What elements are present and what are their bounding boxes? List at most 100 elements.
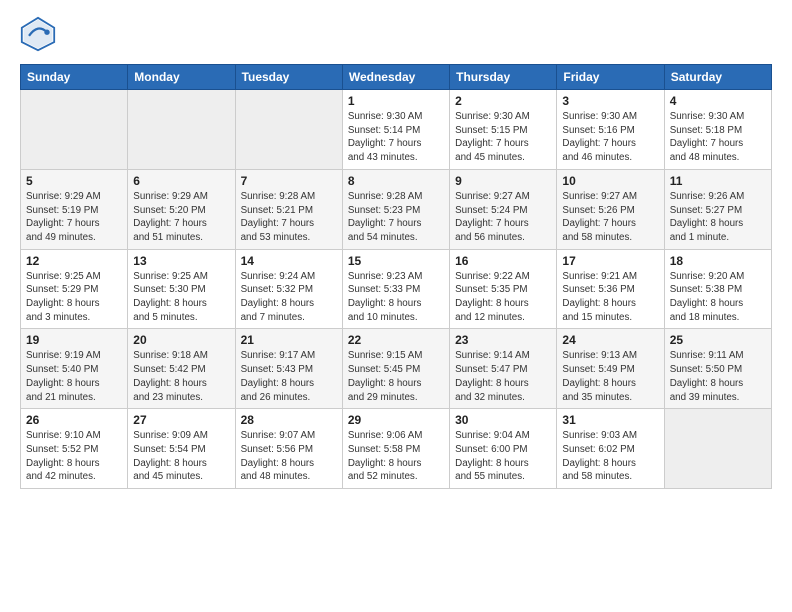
day-number: 13 bbox=[133, 254, 229, 268]
day-number: 18 bbox=[670, 254, 766, 268]
calendar-body: 1 Sunrise: 9:30 AM Sunset: 5:14 PM Daylig… bbox=[21, 90, 772, 489]
day-number: 8 bbox=[348, 174, 444, 188]
day-info: Sunrise: 9:23 AM Sunset: 5:33 PM Dayligh… bbox=[348, 270, 444, 325]
calendar-cell: 17 Sunrise: 9:21 AM Sunset: 5:36 PM Dayli… bbox=[557, 249, 664, 329]
calendar-cell: 4Sunrise: 9:30 AM Sunset: 5:18 PM Daylig… bbox=[664, 90, 771, 170]
day-info: Sunrise: 9:15 AM Sunset: 5:45 PM Dayligh… bbox=[348, 349, 444, 404]
day-info: Sunrise: 9:25 AM Sunset: 5:30 PM Dayligh… bbox=[133, 270, 229, 325]
calendar-cell: 12Sunrise: 9:25 AM Sunset: 5:29 PM Dayli… bbox=[21, 249, 128, 329]
calendar-cell: 2 Sunrise: 9:30 AM Sunset: 5:15 PM Daylig… bbox=[450, 90, 557, 170]
calendar-cell: 6 Sunrise: 9:29 AM Sunset: 5:20 PM Daylig… bbox=[128, 169, 235, 249]
calendar-cell: 20 Sunrise: 9:18 AM Sunset: 5:42 PM Dayli… bbox=[128, 329, 235, 409]
day-number: 22 bbox=[348, 333, 444, 347]
weekday-header-friday: Friday bbox=[557, 65, 664, 90]
weekday-header-saturday: Saturday bbox=[664, 65, 771, 90]
day-info: Sunrise: 9:04 AM Sunset: 6:00 PM Dayligh… bbox=[455, 429, 551, 484]
day-info: Sunrise: 9:30 AM Sunset: 5:16 PM Dayligh… bbox=[562, 110, 658, 165]
day-number: 3 bbox=[562, 94, 658, 108]
day-info: Sunrise: 9:17 AM Sunset: 5:43 PM Dayligh… bbox=[241, 349, 337, 404]
day-number: 31 bbox=[562, 413, 658, 427]
day-info: Sunrise: 9:29 AM Sunset: 5:19 PM Dayligh… bbox=[26, 190, 122, 245]
day-number: 14 bbox=[241, 254, 337, 268]
day-number: 6 bbox=[133, 174, 229, 188]
weekday-row: SundayMondayTuesdayWednesdayThursdayFrid… bbox=[21, 65, 772, 90]
calendar-cell bbox=[235, 90, 342, 170]
calendar-cell bbox=[664, 409, 771, 489]
calendar-cell: 27Sunrise: 9:09 AM Sunset: 5:54 PM Dayli… bbox=[128, 409, 235, 489]
calendar-cell: 8 Sunrise: 9:28 AM Sunset: 5:23 PM Daylig… bbox=[342, 169, 449, 249]
calendar-cell: 16Sunrise: 9:22 AM Sunset: 5:35 PM Dayli… bbox=[450, 249, 557, 329]
calendar-cell: 13 Sunrise: 9:25 AM Sunset: 5:30 PM Dayli… bbox=[128, 249, 235, 329]
day-number: 17 bbox=[562, 254, 658, 268]
logo bbox=[20, 16, 60, 52]
day-info: Sunrise: 9:30 AM Sunset: 5:15 PM Dayligh… bbox=[455, 110, 551, 165]
day-info: Sunrise: 9:13 AM Sunset: 5:49 PM Dayligh… bbox=[562, 349, 658, 404]
calendar-cell: 28 Sunrise: 9:07 AM Sunset: 5:56 PM Dayli… bbox=[235, 409, 342, 489]
calendar-cell: 3 Sunrise: 9:30 AM Sunset: 5:16 PM Daylig… bbox=[557, 90, 664, 170]
calendar-cell: 26Sunrise: 9:10 AM Sunset: 5:52 PM Dayli… bbox=[21, 409, 128, 489]
day-info: Sunrise: 9:27 AM Sunset: 5:24 PM Dayligh… bbox=[455, 190, 551, 245]
header bbox=[20, 16, 772, 52]
calendar-cell bbox=[21, 90, 128, 170]
weekday-header-thursday: Thursday bbox=[450, 65, 557, 90]
calendar-cell: 22 Sunrise: 9:15 AM Sunset: 5:45 PM Dayli… bbox=[342, 329, 449, 409]
day-number: 24 bbox=[562, 333, 658, 347]
day-number: 11 bbox=[670, 174, 766, 188]
day-number: 28 bbox=[241, 413, 337, 427]
calendar-table: SundayMondayTuesdayWednesdayThursdayFrid… bbox=[20, 64, 772, 489]
calendar-cell: 19 Sunrise: 9:19 AM Sunset: 5:40 PM Dayli… bbox=[21, 329, 128, 409]
week-row-2: 12Sunrise: 9:25 AM Sunset: 5:29 PM Dayli… bbox=[21, 249, 772, 329]
day-info: Sunrise: 9:03 AM Sunset: 6:02 PM Dayligh… bbox=[562, 429, 658, 484]
day-number: 20 bbox=[133, 333, 229, 347]
calendar-cell: 14 Sunrise: 9:24 AM Sunset: 5:32 PM Dayli… bbox=[235, 249, 342, 329]
page: SundayMondayTuesdayWednesdayThursdayFrid… bbox=[0, 0, 792, 612]
calendar-cell: 5 Sunrise: 9:29 AM Sunset: 5:19 PM Daylig… bbox=[21, 169, 128, 249]
calendar-cell: 18 Sunrise: 9:20 AM Sunset: 5:38 PM Dayli… bbox=[664, 249, 771, 329]
calendar-cell: 23 Sunrise: 9:14 AM Sunset: 5:47 PM Dayli… bbox=[450, 329, 557, 409]
calendar-cell: 29 Sunrise: 9:06 AM Sunset: 5:58 PM Dayli… bbox=[342, 409, 449, 489]
day-info: Sunrise: 9:21 AM Sunset: 5:36 PM Dayligh… bbox=[562, 270, 658, 325]
weekday-header-tuesday: Tuesday bbox=[235, 65, 342, 90]
day-number: 2 bbox=[455, 94, 551, 108]
calendar-cell: 10Sunrise: 9:27 AM Sunset: 5:26 PM Dayli… bbox=[557, 169, 664, 249]
day-number: 16 bbox=[455, 254, 551, 268]
week-row-3: 19 Sunrise: 9:19 AM Sunset: 5:40 PM Dayli… bbox=[21, 329, 772, 409]
day-number: 5 bbox=[26, 174, 122, 188]
day-info: Sunrise: 9:24 AM Sunset: 5:32 PM Dayligh… bbox=[241, 270, 337, 325]
day-info: Sunrise: 9:19 AM Sunset: 5:40 PM Dayligh… bbox=[26, 349, 122, 404]
week-row-0: 1 Sunrise: 9:30 AM Sunset: 5:14 PM Daylig… bbox=[21, 90, 772, 170]
calendar-cell: 30 Sunrise: 9:04 AM Sunset: 6:00 PM Dayli… bbox=[450, 409, 557, 489]
day-info: Sunrise: 9:29 AM Sunset: 5:20 PM Dayligh… bbox=[133, 190, 229, 245]
calendar-cell: 21 Sunrise: 9:17 AM Sunset: 5:43 PM Dayli… bbox=[235, 329, 342, 409]
day-number: 1 bbox=[348, 94, 444, 108]
day-number: 30 bbox=[455, 413, 551, 427]
calendar-cell: 9 Sunrise: 9:27 AM Sunset: 5:24 PM Daylig… bbox=[450, 169, 557, 249]
day-number: 7 bbox=[241, 174, 337, 188]
weekday-header-sunday: Sunday bbox=[21, 65, 128, 90]
day-number: 23 bbox=[455, 333, 551, 347]
day-info: Sunrise: 9:28 AM Sunset: 5:23 PM Dayligh… bbox=[348, 190, 444, 245]
day-info: Sunrise: 9:14 AM Sunset: 5:47 PM Dayligh… bbox=[455, 349, 551, 404]
day-number: 29 bbox=[348, 413, 444, 427]
day-number: 25 bbox=[670, 333, 766, 347]
day-info: Sunrise: 9:20 AM Sunset: 5:38 PM Dayligh… bbox=[670, 270, 766, 325]
week-row-1: 5 Sunrise: 9:29 AM Sunset: 5:19 PM Daylig… bbox=[21, 169, 772, 249]
day-number: 10 bbox=[562, 174, 658, 188]
logo-icon bbox=[20, 16, 56, 52]
calendar-cell bbox=[128, 90, 235, 170]
day-number: 9 bbox=[455, 174, 551, 188]
day-info: Sunrise: 9:30 AM Sunset: 5:14 PM Dayligh… bbox=[348, 110, 444, 165]
day-info: Sunrise: 9:28 AM Sunset: 5:21 PM Dayligh… bbox=[241, 190, 337, 245]
day-number: 19 bbox=[26, 333, 122, 347]
day-number: 15 bbox=[348, 254, 444, 268]
day-number: 21 bbox=[241, 333, 337, 347]
day-info: Sunrise: 9:18 AM Sunset: 5:42 PM Dayligh… bbox=[133, 349, 229, 404]
day-info: Sunrise: 9:10 AM Sunset: 5:52 PM Dayligh… bbox=[26, 429, 122, 484]
weekday-header-wednesday: Wednesday bbox=[342, 65, 449, 90]
day-info: Sunrise: 9:07 AM Sunset: 5:56 PM Dayligh… bbox=[241, 429, 337, 484]
day-info: Sunrise: 9:26 AM Sunset: 5:27 PM Dayligh… bbox=[670, 190, 766, 245]
day-number: 4 bbox=[670, 94, 766, 108]
weekday-header-monday: Monday bbox=[128, 65, 235, 90]
day-info: Sunrise: 9:06 AM Sunset: 5:58 PM Dayligh… bbox=[348, 429, 444, 484]
week-row-4: 26Sunrise: 9:10 AM Sunset: 5:52 PM Dayli… bbox=[21, 409, 772, 489]
